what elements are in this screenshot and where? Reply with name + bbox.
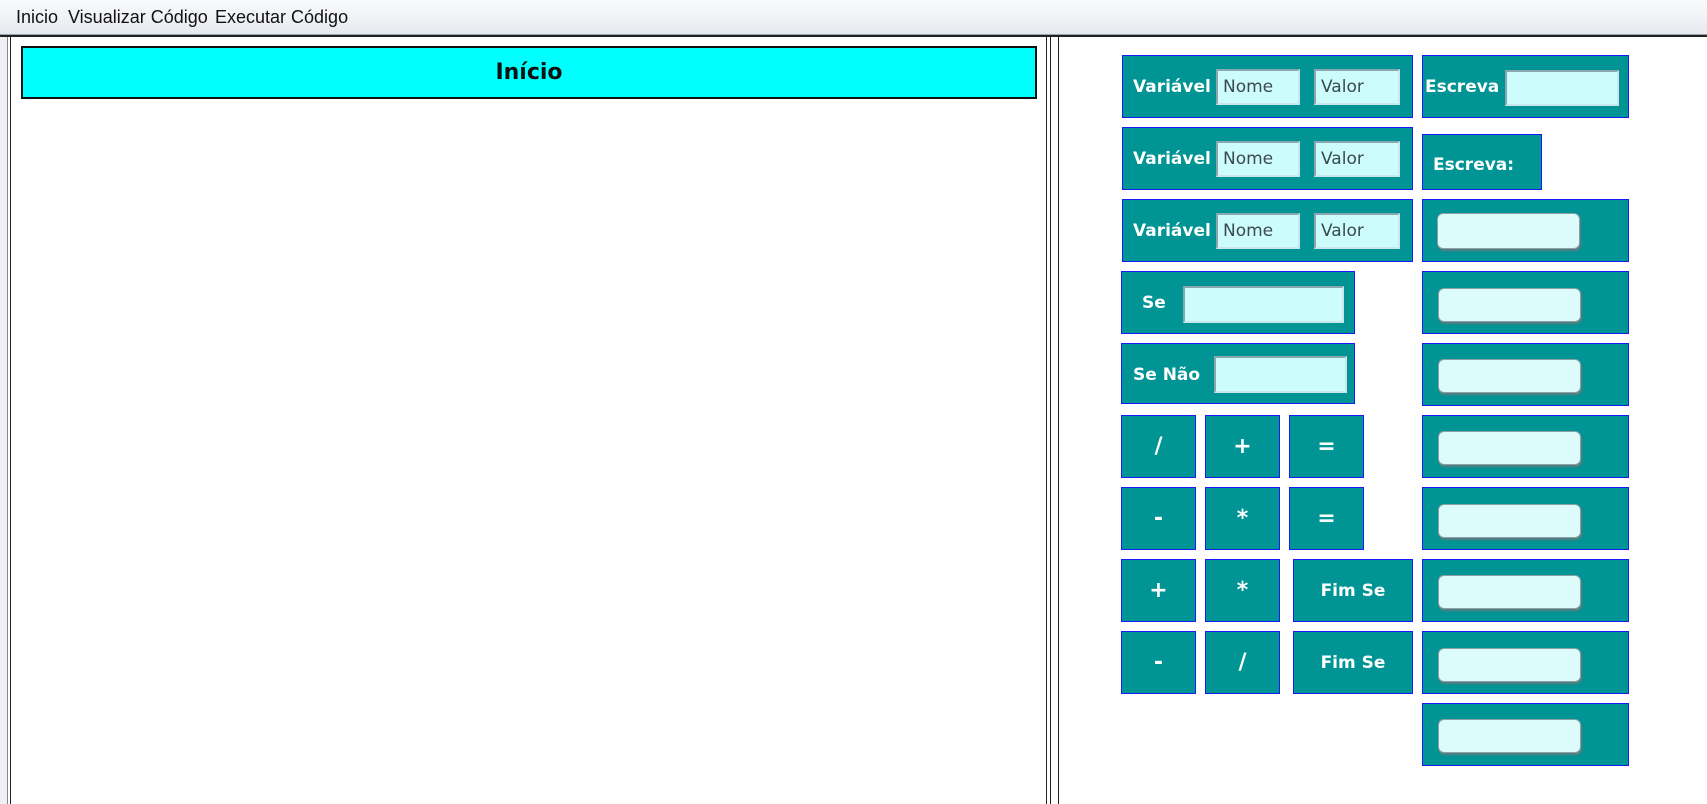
start-block-label: Início bbox=[495, 60, 563, 85]
if-block[interactable]: Se bbox=[1121, 271, 1355, 334]
menu-visualizar-codigo[interactable]: Visualizar Código bbox=[68, 7, 208, 28]
menu-inicio[interactable]: Inicio bbox=[16, 7, 58, 28]
end-if-label: Fim Se bbox=[1320, 652, 1386, 673]
variable-block[interactable]: Variável bbox=[1122, 199, 1413, 262]
value-input[interactable] bbox=[1438, 575, 1581, 609]
variable-block[interactable]: Variável bbox=[1122, 55, 1413, 118]
menu-executar-codigo[interactable]: Executar Código bbox=[215, 7, 348, 28]
write-colon-label: Escreva: bbox=[1433, 155, 1515, 175]
value-block[interactable] bbox=[1422, 343, 1629, 406]
code-canvas[interactable] bbox=[10, 37, 1047, 804]
multiply-operator-block[interactable]: * bbox=[1205, 559, 1280, 622]
else-block[interactable]: Se Não bbox=[1121, 343, 1355, 404]
write-input[interactable] bbox=[1505, 70, 1619, 106]
operator-symbol: = bbox=[1317, 506, 1336, 531]
write-label-block[interactable]: Escreva: bbox=[1422, 134, 1542, 190]
end-if-label: Fim Se bbox=[1320, 580, 1386, 601]
value-input[interactable] bbox=[1438, 719, 1581, 753]
multiply-operator-block[interactable]: * bbox=[1205, 487, 1280, 550]
value-input[interactable] bbox=[1438, 359, 1581, 393]
value-block[interactable] bbox=[1422, 415, 1629, 478]
variable-label: Variável bbox=[1133, 149, 1211, 169]
equals-operator-block[interactable]: = bbox=[1289, 415, 1364, 478]
variable-value-input[interactable] bbox=[1314, 141, 1400, 177]
operator-symbol: + bbox=[1233, 434, 1252, 459]
operator-symbol: + bbox=[1149, 578, 1168, 603]
value-input[interactable] bbox=[1438, 504, 1581, 538]
variable-name-input[interactable] bbox=[1216, 69, 1300, 105]
write-label: Escreva bbox=[1425, 77, 1500, 97]
end-if-block[interactable]: Fim Se bbox=[1293, 559, 1413, 622]
value-block[interactable] bbox=[1422, 199, 1629, 262]
if-condition-input[interactable] bbox=[1183, 286, 1344, 323]
write-block[interactable]: Escreva bbox=[1422, 55, 1629, 118]
operator-symbol: * bbox=[1236, 506, 1249, 531]
plus-operator-block[interactable]: + bbox=[1205, 415, 1280, 478]
end-if-block[interactable]: Fim Se bbox=[1293, 631, 1413, 694]
variable-block[interactable]: Variável bbox=[1122, 127, 1413, 190]
divide-operator-block[interactable]: / bbox=[1205, 631, 1280, 694]
else-label: Se Não bbox=[1133, 365, 1201, 385]
variable-name-input[interactable] bbox=[1216, 213, 1300, 249]
value-block[interactable] bbox=[1422, 631, 1629, 694]
if-label: Se bbox=[1142, 293, 1166, 313]
divide-operator-block[interactable]: / bbox=[1121, 415, 1196, 478]
plus-operator-block[interactable]: + bbox=[1121, 559, 1196, 622]
equals-operator-block[interactable]: = bbox=[1289, 487, 1364, 550]
variable-name-input[interactable] bbox=[1216, 141, 1300, 177]
value-block[interactable] bbox=[1422, 559, 1629, 622]
left-frame-edge bbox=[0, 37, 8, 804]
menu-bar: Inicio Visualizar Código Executar Código bbox=[0, 0, 1707, 35]
operator-symbol: / bbox=[1238, 650, 1247, 675]
variable-value-input[interactable] bbox=[1314, 213, 1400, 249]
value-block[interactable] bbox=[1422, 487, 1629, 550]
value-input[interactable] bbox=[1438, 431, 1581, 465]
variable-label: Variável bbox=[1133, 77, 1211, 97]
operator-symbol: - bbox=[1153, 650, 1164, 675]
else-condition-input[interactable] bbox=[1214, 356, 1347, 393]
start-block[interactable]: Início bbox=[21, 46, 1037, 99]
variable-value-input[interactable] bbox=[1314, 69, 1400, 105]
variable-label: Variável bbox=[1133, 221, 1211, 241]
value-input[interactable] bbox=[1438, 648, 1581, 682]
operator-symbol: * bbox=[1236, 578, 1249, 603]
value-block[interactable] bbox=[1422, 271, 1629, 334]
value-block[interactable] bbox=[1422, 703, 1629, 766]
operator-symbol: - bbox=[1153, 506, 1164, 531]
operator-symbol: = bbox=[1317, 434, 1336, 459]
minus-operator-block[interactable]: - bbox=[1121, 631, 1196, 694]
value-input[interactable] bbox=[1438, 288, 1581, 322]
minus-operator-block[interactable]: - bbox=[1121, 487, 1196, 550]
operator-symbol: / bbox=[1154, 434, 1163, 459]
panel-divider[interactable] bbox=[1047, 37, 1059, 804]
value-input[interactable] bbox=[1437, 213, 1580, 249]
